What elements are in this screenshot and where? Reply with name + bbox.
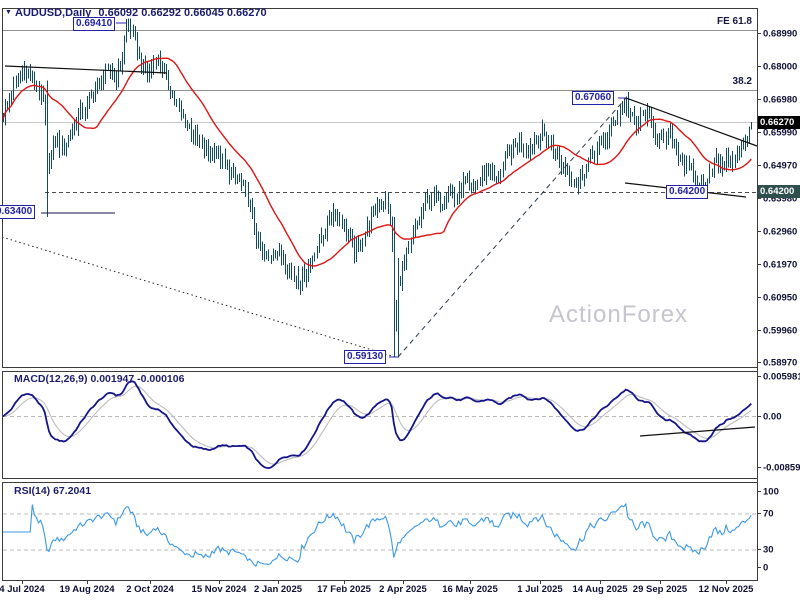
moving-average-line [3, 58, 751, 266]
price-axis-label: 0.59960 [763, 326, 797, 337]
price-axis-label: 0.65990 [763, 128, 797, 139]
date-axis-label: 14 Aug 2025 [572, 584, 628, 595]
macd-axis-label: 0.00 [763, 412, 782, 423]
price-axis-label: 0.61970 [763, 260, 797, 271]
rsi-indicator-label: RSI(14) 67.2041 [14, 485, 91, 497]
price-axis-label: 0.68000 [763, 62, 797, 73]
macd-main-line [3, 381, 751, 468]
current-price-flag: 0.66270 [758, 116, 800, 129]
rsi-axis-label: 100 [763, 487, 779, 498]
panel-frame [3, 483, 758, 581]
price-callout-high-2024: 0.69410 [73, 17, 115, 31]
rsi-axis-label: 70 [763, 509, 774, 520]
support-price-flag: 0.64200 [758, 185, 800, 198]
fib-retracement-label: 38.2 [700, 76, 752, 87]
date-axis-label: 15 Nov 2024 [192, 584, 248, 595]
date-axis-label: 17 Feb 2025 [317, 584, 372, 595]
chart-canvas[interactable]: 0.689900.680000.669800.659900.649700.639… [0, 0, 800, 600]
date-axis-label: 19 Aug 2024 [59, 584, 115, 595]
price-callout-low-aug-2024: 0.63400 [0, 205, 35, 219]
price-axis-label: 0.60950 [763, 293, 797, 304]
price-callout-high-2025: 0.67060 [572, 91, 614, 105]
rsi-line [3, 504, 751, 566]
forex-chart-window: 0.689900.680000.669800.659900.649700.639… [0, 0, 800, 600]
price-axis-label: 0.64970 [763, 161, 797, 172]
price-callout-support: 0.64200 [666, 185, 708, 199]
date-axis-label: 16 May 2025 [442, 584, 498, 595]
date-axis-label: 29 Sep 2025 [633, 584, 688, 595]
macd-axis-label: 0.005981 [763, 372, 800, 383]
symbol-dropdown-icon[interactable]: ▼ [5, 9, 12, 16]
date-axis-label: 2 Jan 2025 [254, 584, 303, 595]
chart-title: AUDUSD,Daily0.66092 0.66292 0.66045 0.66… [15, 7, 267, 19]
date-axis-label: 1 Jul 2025 [517, 584, 563, 595]
fib-extension-label: FE 61.8 [700, 16, 752, 27]
price-callout-low-apr-2025: 0.59130 [344, 350, 386, 364]
trendline [5, 66, 167, 73]
actionforex-watermark: ActionForex [549, 301, 688, 329]
rsi-axis-label: 30 [763, 545, 774, 556]
macd-indicator-label: MACD(12,26,9) 0.001947 -0.000106 [14, 373, 184, 385]
macd-signal-line [3, 386, 751, 464]
rsi-axis-label: 0 [763, 563, 768, 574]
date-axis-label: 2 Apr 2025 [379, 584, 427, 595]
date-axis-label: 12 Nov 2025 [699, 584, 755, 595]
date-axis-label: 4 Jul 2024 [0, 584, 45, 595]
price-axis-label: 0.58970 [763, 358, 797, 369]
price-axis-label: 0.66980 [763, 95, 797, 106]
ohlc-values: 0.66092 0.66292 0.66045 0.66270 [98, 7, 266, 19]
panel-frame [3, 372, 758, 479]
price-axis-label: 0.62960 [763, 227, 797, 238]
macd-axis-label: -0.00859 [763, 463, 800, 474]
price-axis-label: 0.68990 [763, 29, 797, 40]
date-axis-label: 2 Oct 2024 [126, 584, 174, 595]
